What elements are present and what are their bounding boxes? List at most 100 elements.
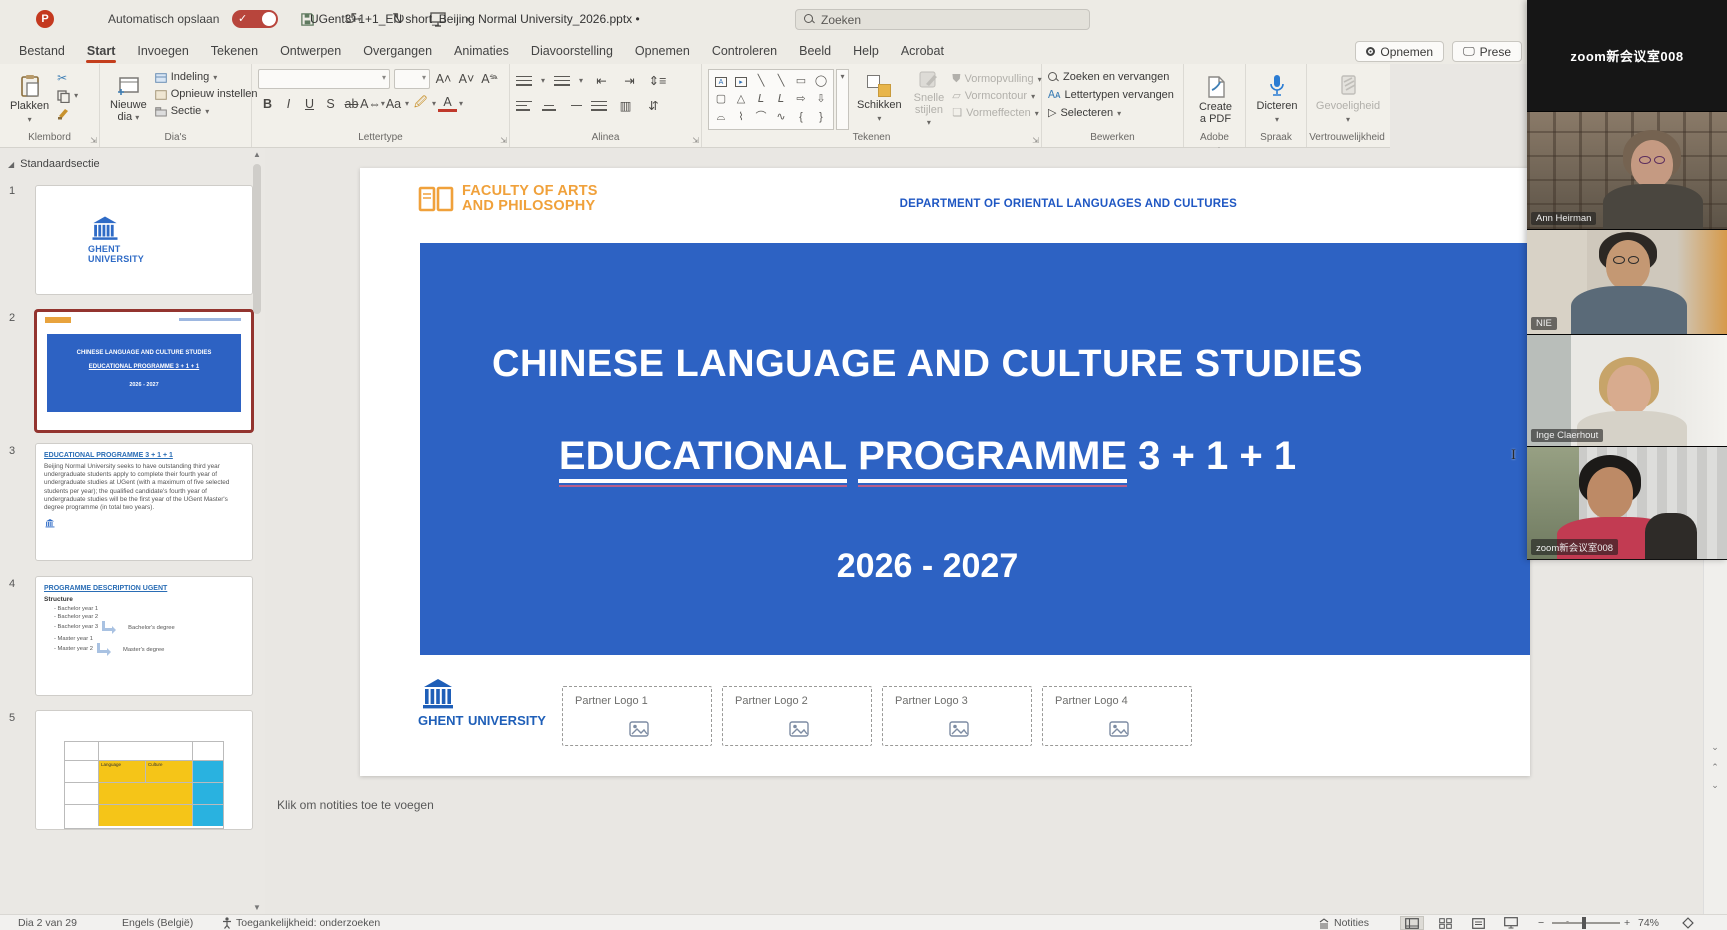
participant-video-ann-heirman[interactable]: Ann Heirman — [1527, 112, 1727, 230]
new-slide-button[interactable]: Nieuwedia ▾ — [106, 69, 151, 130]
freeform-shape-icon[interactable]: ⌓ — [717, 111, 726, 123]
shape-fill-button[interactable]: ⛊Vormopvulling▾ — [952, 73, 1041, 86]
slide-thumbnail-4[interactable]: PROGRAMME DESCRIPTION UGENT Structure - … — [35, 576, 253, 696]
notes-toggle-button[interactable]: Notities — [1318, 915, 1369, 930]
document-title[interactable]: UGent3+1+1_EN short_Beijing Normal Unive… — [310, 0, 640, 38]
rounded-rectangle-shape-icon[interactable]: ▢ — [716, 93, 726, 105]
tab-diavoorstelling[interactable]: Diavoorstelling — [520, 40, 624, 62]
font-color-button[interactable]: A — [438, 96, 457, 112]
shapes-more-button[interactable]: ▾ — [836, 69, 849, 130]
change-case-button[interactable]: Aa — [384, 94, 403, 113]
right-brace-shape-icon[interactable]: } — [819, 111, 823, 123]
align-left-button[interactable] — [516, 100, 532, 112]
participant-video-inge-claerhout[interactable]: Inge Claerhout — [1527, 335, 1727, 447]
partner-logo-placeholder-3[interactable]: Partner Logo 3 — [882, 686, 1032, 746]
arrange-button[interactable]: Schikken▾ — [853, 69, 906, 130]
notes-input[interactable]: Klik om notities toe te voegen — [277, 798, 434, 812]
shape-outline-button[interactable]: ▱Vormcontour▾ — [952, 90, 1041, 103]
sensitivity-button[interactable]: Gevoeligheid▾ — [1312, 69, 1384, 130]
drawing-dialog-launcher[interactable]: ⇲ — [1032, 136, 1039, 145]
slide-counter[interactable]: Dia 2 van 29 — [18, 915, 77, 930]
italic-button[interactable]: I — [279, 94, 298, 113]
slide-thumbnail-2-selected[interactable]: CHINESE LANGUAGE AND CULTURE STUDIES EDU… — [35, 310, 253, 432]
bold-button[interactable]: B — [258, 94, 277, 113]
tab-controleren[interactable]: Controleren — [701, 40, 788, 62]
format-painter-button[interactable] — [57, 107, 78, 120]
reading-view-button[interactable] — [1466, 916, 1490, 930]
zoom-room-header-tile[interactable]: zoom新会议室008 — [1527, 0, 1727, 112]
action-button-shape-icon[interactable]: ▸ — [735, 77, 747, 87]
title-text-box[interactable]: CHINESE LANGUAGE AND CULTURE STUDIES EDU… — [420, 243, 1530, 655]
section-button[interactable]: Sectie▾ — [155, 105, 258, 118]
scrollbar-thumb[interactable] — [253, 164, 261, 314]
triangle-shape-icon[interactable]: △ — [737, 93, 745, 105]
paste-button[interactable]: Plakken▾ — [6, 69, 53, 130]
oval-shape-icon[interactable]: ◯ — [815, 75, 827, 87]
participant-video-room008[interactable]: zoom新会议室008 — [1527, 447, 1727, 559]
scroll-down-icon[interactable]: ⌄ — [1704, 742, 1726, 753]
tab-opnemen[interactable]: Opnemen — [624, 40, 701, 62]
search-input[interactable]: Zoeken — [795, 9, 1090, 30]
partner-logo-placeholder-2[interactable]: Partner Logo 2 — [722, 686, 872, 746]
tab-tekenen[interactable]: Tekenen — [200, 40, 269, 62]
accessibility-status[interactable]: Toegankelijkheid: onderzoeken — [222, 915, 380, 930]
thumbnail-scrollbar[interactable]: ▲ ▼ — [252, 150, 263, 912]
slide-thumbnail-5[interactable]: LanguageCulture — [35, 710, 253, 830]
highlight-color-button[interactable]: 🖉 — [411, 94, 430, 113]
tab-acrobat[interactable]: Acrobat — [890, 40, 955, 62]
reset-button[interactable]: Opnieuw instellen — [155, 88, 258, 101]
increase-indent-button[interactable]: ⇥ — [620, 71, 639, 90]
present-button[interactable]: 🖵Prese — [1452, 41, 1522, 62]
right-arrow-shape-icon[interactable]: ⇨ — [796, 93, 805, 105]
previous-slide-icon[interactable]: ⌃ — [1704, 762, 1726, 773]
zoom-in-button[interactable]: + — [1624, 915, 1630, 930]
bullets-button[interactable] — [516, 75, 532, 87]
record-button[interactable]: Opnemen — [1355, 41, 1444, 62]
ghent-university-logo[interactable]: GHENT UNIVERSITY — [418, 676, 546, 730]
tab-help[interactable]: Help — [842, 40, 890, 62]
clear-formatting-button[interactable]: A𝆮 — [480, 70, 499, 89]
align-center-button[interactable] — [541, 100, 557, 112]
numbering-button[interactable] — [554, 75, 570, 87]
scroll-down-icon[interactable]: ▼ — [252, 903, 262, 912]
create-pdf-button[interactable]: Createa PDF — [1195, 69, 1236, 130]
layout-button[interactable]: Indeling▾ — [155, 71, 258, 84]
partner-logo-placeholder-4[interactable]: Partner Logo 4 — [1042, 686, 1192, 746]
text-direction-button[interactable]: ⇵ — [644, 96, 663, 115]
line-shape-icon[interactable]: ╲ — [758, 75, 765, 87]
tab-overgangen[interactable]: Overgangen — [352, 40, 443, 62]
shape-effects-button[interactable]: ❏Vormeffecten▾ — [952, 107, 1041, 120]
participant-video-nie[interactable]: NIE — [1527, 230, 1727, 335]
normal-view-button[interactable] — [1400, 916, 1424, 930]
cut-button[interactable]: ✂ — [57, 71, 78, 85]
character-spacing-button[interactable]: A⇔▾ — [363, 94, 382, 113]
slide-sorter-view-button[interactable] — [1433, 916, 1457, 930]
zoom-level[interactable]: 74% — [1638, 915, 1659, 930]
rectangle-shape-icon[interactable]: ▭ — [796, 75, 806, 87]
partner-logo-placeholder-1[interactable]: Partner Logo 1 — [562, 686, 712, 746]
font-size-combo[interactable] — [394, 69, 430, 89]
find-replace-button[interactable]: Zoeken en vervangen — [1048, 71, 1179, 84]
replace-fonts-button[interactable]: 🗛Lettertypen vervangen — [1048, 89, 1179, 102]
tab-bestand[interactable]: Bestand — [8, 40, 76, 62]
quick-styles-button[interactable]: Snellestijlen ▾ — [910, 69, 949, 130]
fit-to-window-button[interactable] — [1682, 915, 1694, 930]
scroll-up-icon[interactable]: ▲ — [252, 150, 262, 159]
tab-animaties[interactable]: Animaties — [443, 40, 520, 62]
next-slide-icon[interactable]: ⌄ — [1704, 780, 1726, 791]
arc-shape-icon[interactable]: ⌒ — [756, 111, 767, 123]
slideshow-view-button[interactable] — [1499, 916, 1523, 930]
shapes-gallery[interactable]: A ▸ ╲ ╲ ▭ ◯ ▢ △ 𝘓 𝘓 ⇨ ⇩ ⌓ ⌇ ⌒ — [708, 69, 834, 130]
font-name-combo[interactable] — [258, 69, 390, 89]
zoom-slider-thumb[interactable] — [1582, 917, 1586, 929]
line-spacing-button[interactable]: ⇕≡ — [648, 71, 667, 90]
select-button[interactable]: ▷Selecteren▾ — [1048, 107, 1179, 120]
slide-canvas[interactable]: FACULTY OF ARTSAND PHILOSOPHY DEPARTMENT… — [360, 168, 1530, 776]
elbow-arrow-connector-icon[interactable]: 𝘓 — [778, 93, 784, 105]
zoom-out-button[interactable]: − — [1538, 915, 1544, 930]
align-right-button[interactable] — [566, 100, 582, 112]
zoom-meeting-panel[interactable]: zoom新会议室008 Ann Heirman NIE Inge Claerho… — [1527, 0, 1727, 560]
paragraph-dialog-launcher[interactable]: ⇲ — [692, 136, 699, 145]
slide-thumbnail-1[interactable]: GHENT UNIVERSITY — [35, 185, 253, 295]
down-arrow-shape-icon[interactable]: ⇩ — [816, 93, 825, 105]
